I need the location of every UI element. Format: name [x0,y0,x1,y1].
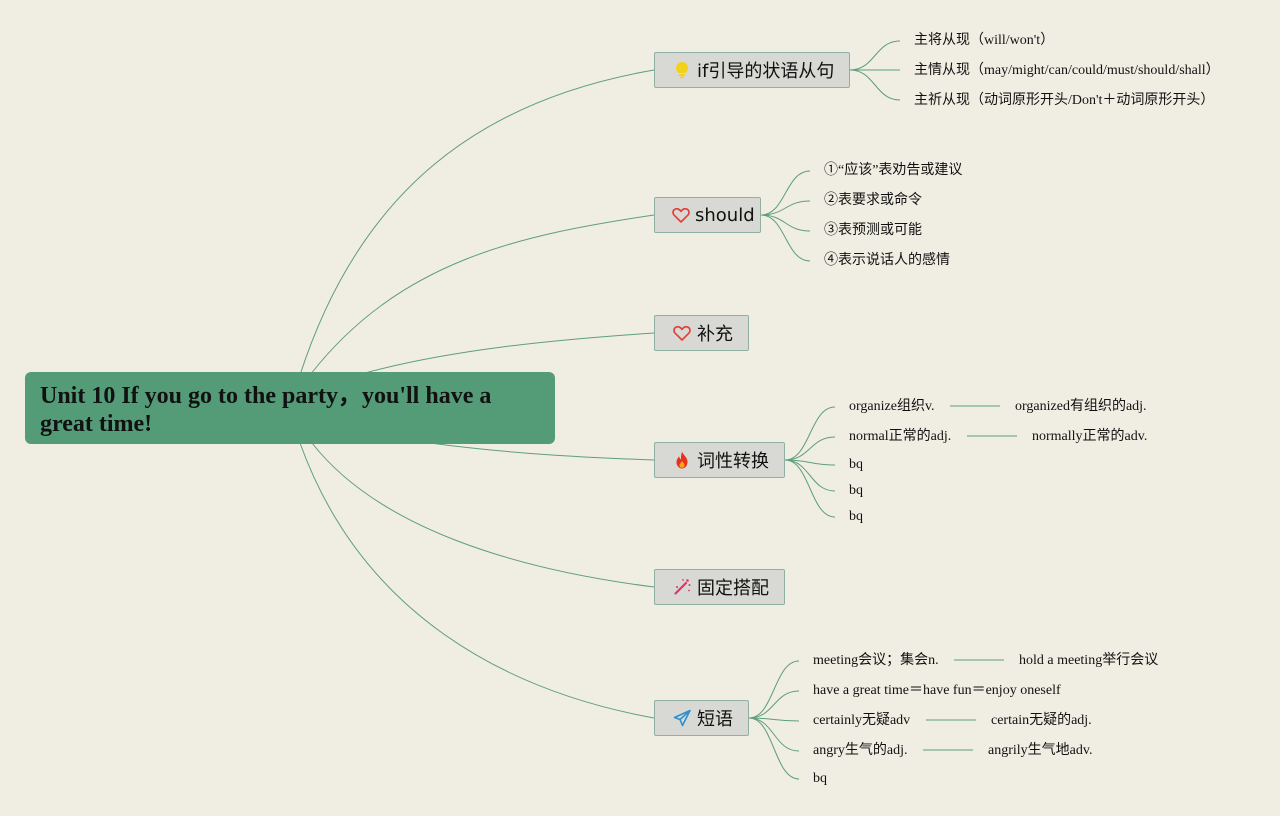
connector-line [311,442,655,588]
subtopic-item[interactable]: organize组织v. [849,398,935,416]
topic-fixed-collocation[interactable]: 固定搭配 [654,569,785,605]
topic-word-conversion[interactable]: 词性转换 [654,442,785,478]
connector-line [748,717,800,752]
topic-should[interactable]: should [654,197,761,233]
subtopic-item[interactable]: bq [849,456,863,474]
connector-line [784,406,836,461]
connector-line [429,442,655,461]
connector-line [748,660,800,719]
subtopic-item[interactable]: bq [849,482,863,500]
subtopic-item[interactable]: ④表示说话人的感情 [824,252,950,270]
topic-label: 词性转换 [697,451,769,472]
subtopic-item[interactable]: 主祈从现（动词原形开头/Don't＋动词原形开头） [914,92,1214,110]
connector-line [849,69,901,101]
connector-line [748,717,800,780]
topic-phrases[interactable]: 短语 [654,700,749,736]
connector-line [784,436,836,461]
topic-label: should [695,204,755,226]
subtopic-item[interactable]: 主将从现（will/won't） [914,32,1054,50]
subtopic-pair-item[interactable]: hold a meeting举行会议 [1019,652,1158,670]
subtopic-item[interactable]: ②表要求或命令 [824,192,922,210]
subtopic-item[interactable]: normal正常的adj. [849,428,951,446]
topic-label: 短语 [697,709,733,730]
connector-line [784,459,836,518]
subtopic-item[interactable]: certainly无疑adv [813,712,910,730]
lightbulb-icon [671,59,693,81]
topic-supplement[interactable]: 补充 [654,315,749,351]
topic-if-clause[interactable]: if引导的状语从句 [654,52,850,88]
magic-wand-icon [671,576,693,598]
connector-line [760,214,811,262]
connector-line [760,200,811,216]
connector-line [748,690,800,719]
connector-line [364,332,655,374]
topic-label: 固定搭配 [697,578,769,599]
subtopic-pair-item[interactable]: certain无疑的adj. [991,712,1092,730]
connector-line [760,214,811,232]
connector-line [309,214,655,376]
root-topic[interactable]: Unit 10 If you go to the party，you'll ha… [25,372,555,444]
subtopic-pair-item[interactable]: angrily生气地adv. [988,742,1092,760]
subtopic-item[interactable]: bq [813,770,827,788]
paper-plane-icon [671,707,693,729]
subtopic-item[interactable]: angry生气的adj. [813,742,907,760]
subtopic-item[interactable]: bq [849,508,863,526]
subtopic-pair-item[interactable]: organized有组织的adj. [1015,398,1147,416]
heart-icon [671,204,691,226]
heart-icon [671,322,693,344]
subtopic-item[interactable]: ③表预测或可能 [824,222,922,240]
connector-line [849,40,901,71]
subtopic-item[interactable]: have a great time＝have fun＝enjoy oneself [813,682,1061,700]
subtopic-item[interactable]: 主情从现（may/might/can/could/must/should/sha… [914,62,1220,80]
fire-icon [671,449,693,471]
topic-label: if引导的状语从句 [697,61,835,82]
topic-label: 补充 [697,324,733,345]
subtopic-pair-item[interactable]: normally正常的adv. [1032,428,1147,446]
subtopic-item[interactable]: ①“应该”表劝告或建议 [824,162,962,180]
subtopic-item[interactable]: meeting会议；集会n. [813,652,939,670]
